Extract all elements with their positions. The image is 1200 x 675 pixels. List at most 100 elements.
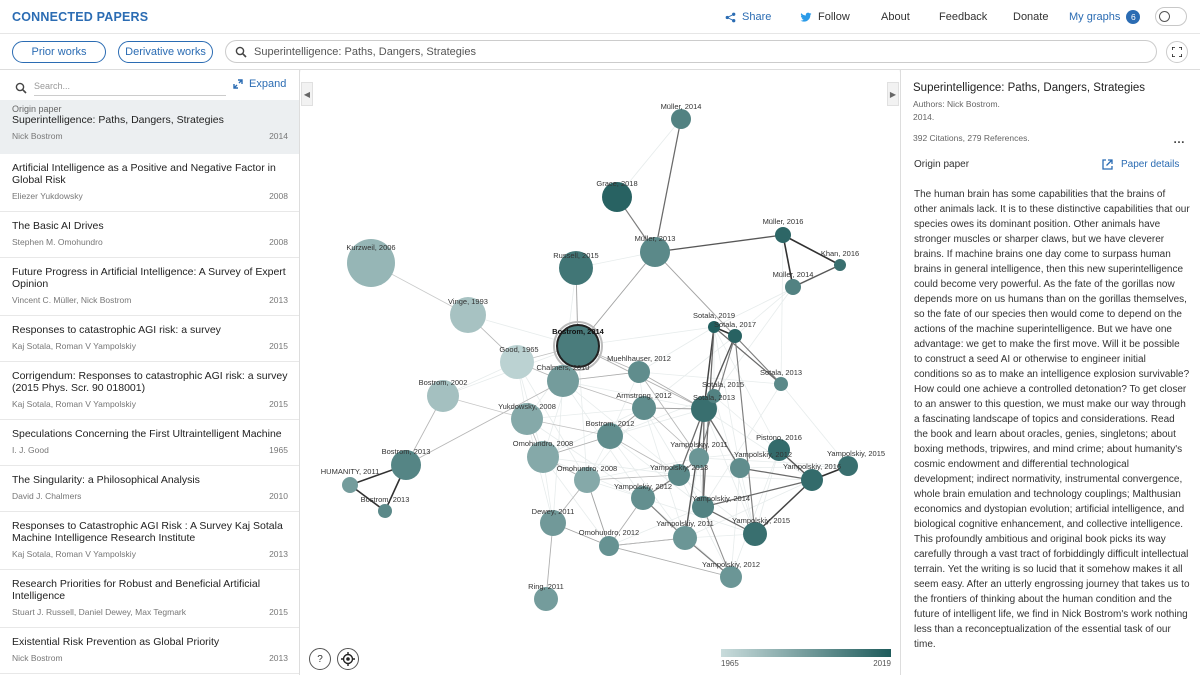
graph-node[interactable] bbox=[378, 504, 392, 518]
theme-toggle[interactable] bbox=[1155, 7, 1187, 26]
legend-min-year: 1965 bbox=[721, 659, 739, 668]
list-item[interactable]: The Basic AI Drives Stephen M. Omohundro 2… bbox=[0, 212, 299, 258]
graph-node-label: Müller, 2014 bbox=[773, 270, 814, 279]
graph-node[interactable] bbox=[671, 109, 691, 129]
external-link-icon bbox=[1102, 159, 1113, 170]
paper-year: 2008 bbox=[269, 191, 288, 201]
paper-authors: Eliezer Yukdowsky bbox=[12, 191, 83, 201]
graph-node-label: Yampolskiy, 2016 bbox=[783, 462, 841, 471]
list-item[interactable]: The Singularity: a Philosophical Analysi… bbox=[0, 466, 299, 512]
graph-node[interactable] bbox=[342, 477, 358, 493]
paper-authors: Nick Bostrom bbox=[12, 131, 63, 141]
graph-node[interactable] bbox=[730, 458, 750, 478]
list-item[interactable]: Speculations Concerning the First Ultrai… bbox=[0, 420, 299, 466]
feedback-link[interactable]: Feedback bbox=[939, 0, 987, 34]
graph-node-label: Good, 1965 bbox=[499, 345, 538, 354]
list-item[interactable]: Corrigendum: Responses to catastrophic A… bbox=[0, 362, 299, 420]
about-label: About bbox=[881, 11, 910, 23]
graph-node-label: Pistono, 2016 bbox=[756, 433, 802, 442]
graph-canvas[interactable]: ◀ ▶ Müller, 2014 Grace, 2018 Müller, 2013 R… bbox=[301, 70, 899, 675]
graph-node[interactable] bbox=[785, 279, 801, 295]
graph-node[interactable] bbox=[628, 361, 650, 383]
graph-node-label: Muehlhauser, 2012 bbox=[607, 354, 671, 363]
derivative-works-button[interactable]: Derivative works bbox=[118, 41, 213, 63]
graph-node[interactable] bbox=[720, 566, 742, 588]
graph-node-label: Müller, 2016 bbox=[763, 217, 804, 226]
origin-paper-item[interactable]: Origin paper Superintelligence: Paths, D… bbox=[0, 100, 299, 154]
paper-title: Speculations Concerning the First Ultrai… bbox=[12, 428, 282, 440]
share-link[interactable]: Share bbox=[725, 0, 771, 34]
graph-node-label: HUMANITY, 2011 bbox=[321, 467, 380, 476]
details-citations: 392 Citations, 279 References. bbox=[913, 133, 1030, 143]
details-abstract: The human brain has some capabilities th… bbox=[914, 189, 1190, 650]
paper-title: The Singularity: a Philosophical Analysi… bbox=[12, 474, 200, 486]
graph-node[interactable] bbox=[834, 259, 846, 271]
graph-node-label: Omohundro, 2008 bbox=[557, 464, 617, 473]
my-graphs-count-badge: 6 bbox=[1126, 10, 1141, 24]
graph-node-label: Omohundro, 2008 bbox=[513, 439, 573, 448]
list-item[interactable]: Existential Risk Prevention as Global Pr… bbox=[0, 628, 299, 674]
list-item[interactable]: Future Progress in Artificial Intelligen… bbox=[0, 258, 299, 316]
graph-node-label: Sotala, 2013 bbox=[693, 393, 735, 402]
paper-year: 2013 bbox=[269, 295, 288, 305]
recenter-button[interactable] bbox=[337, 648, 359, 670]
paper-title: Existential Risk Prevention as Global Pr… bbox=[12, 636, 220, 648]
graph-node-label: Bostrom, 2012 bbox=[586, 419, 635, 428]
paper-year: 2010 bbox=[269, 491, 288, 501]
more-options-button[interactable]: … bbox=[1173, 132, 1185, 146]
paper-search-input[interactable]: Superintelligence: Paths, Dangers, Strat… bbox=[225, 40, 1157, 63]
paper-title: Artificial Intelligence as a Positive an… bbox=[12, 162, 276, 186]
paper-year: 2015 bbox=[269, 607, 288, 617]
follow-link[interactable]: Follow bbox=[800, 0, 850, 34]
my-graphs-link[interactable]: My graphs 6 bbox=[1069, 0, 1141, 34]
graph-node[interactable] bbox=[774, 377, 788, 391]
paper-authors: David J. Chalmers bbox=[12, 491, 82, 501]
list-item[interactable]: Artificial Intelligence as a Positive an… bbox=[0, 154, 299, 212]
app-logo[interactable]: CONNECTED PAPERS bbox=[12, 10, 148, 24]
about-link[interactable]: About bbox=[881, 0, 910, 34]
graph-node-label: Omohundro, 2012 bbox=[579, 528, 639, 537]
graph-node-label: Sotala, 2013 bbox=[760, 368, 802, 377]
paper-authors: Kaj Sotala, Roman V Yampolskiy bbox=[12, 341, 136, 351]
graph-node-label: Müller, 2013 bbox=[635, 234, 676, 243]
fullscreen-button[interactable] bbox=[1166, 41, 1188, 63]
paper-authors: Stuart J. Russell, Daniel Dewey, Max Teg… bbox=[12, 607, 186, 617]
twitter-icon bbox=[800, 12, 812, 22]
graph-node[interactable] bbox=[728, 329, 742, 343]
share-label: Share bbox=[742, 11, 772, 23]
paper-title: Superintelligence: Paths, Dangers, Strat… bbox=[12, 114, 224, 126]
graph-node-label: Sotala, 2015 bbox=[702, 380, 744, 389]
paper-search-value: Superintelligence: Paths, Dangers, Strat… bbox=[254, 45, 476, 58]
prior-works-button[interactable]: Prior works bbox=[12, 41, 106, 63]
list-search-input[interactable]: Search... bbox=[34, 80, 226, 96]
list-item[interactable]: Responses to catastrophic AGI risk: a su… bbox=[0, 316, 299, 362]
graph-node-label: Vinge, 1993 bbox=[448, 297, 488, 306]
my-graphs-label: My graphs bbox=[1069, 11, 1121, 23]
paper-details-panel: Superintelligence: Paths, Dangers, Strat… bbox=[900, 70, 1200, 675]
graph-edge bbox=[734, 335, 756, 535]
graph-node[interactable] bbox=[801, 469, 823, 491]
graph-node-label: Khan, 2016 bbox=[821, 249, 859, 258]
expand-button[interactable]: Expand bbox=[233, 78, 286, 90]
graph-node-label: Müller, 2014 bbox=[661, 102, 702, 111]
graph-node-label: Yampolskiy, 2014 bbox=[692, 494, 750, 503]
graph-svg[interactable]: Müller, 2014 Grace, 2018 Müller, 2013 Russe… bbox=[301, 70, 899, 675]
graph-node-label: Grace, 2018 bbox=[596, 179, 637, 188]
graph-node[interactable] bbox=[743, 522, 767, 546]
list-item[interactable]: Responses to Catastrophic AGI Risk : A S… bbox=[0, 512, 299, 570]
donate-link[interactable]: Donate bbox=[1013, 0, 1048, 34]
graph-node-label: Yampolskiy, 2011 bbox=[670, 440, 728, 449]
expand-icon bbox=[233, 79, 243, 89]
graph-node[interactable] bbox=[775, 227, 791, 243]
graph-node[interactable] bbox=[599, 536, 619, 556]
graph-node-label: Yukdowsky, 2008 bbox=[498, 402, 556, 411]
list-item[interactable]: Research Priorities for Robust and Benef… bbox=[0, 570, 299, 628]
paper-details-link[interactable]: Paper details bbox=[1102, 159, 1179, 170]
paper-year: 1965 bbox=[269, 445, 288, 455]
follow-label: Follow bbox=[818, 11, 850, 23]
graph-node-label: Chalmers, 2010 bbox=[537, 363, 590, 372]
graph-node[interactable] bbox=[673, 526, 697, 550]
help-button[interactable]: ? bbox=[309, 648, 331, 670]
details-origin-label: Origin paper bbox=[914, 159, 970, 170]
year-legend: 1965 2019 bbox=[721, 649, 891, 671]
